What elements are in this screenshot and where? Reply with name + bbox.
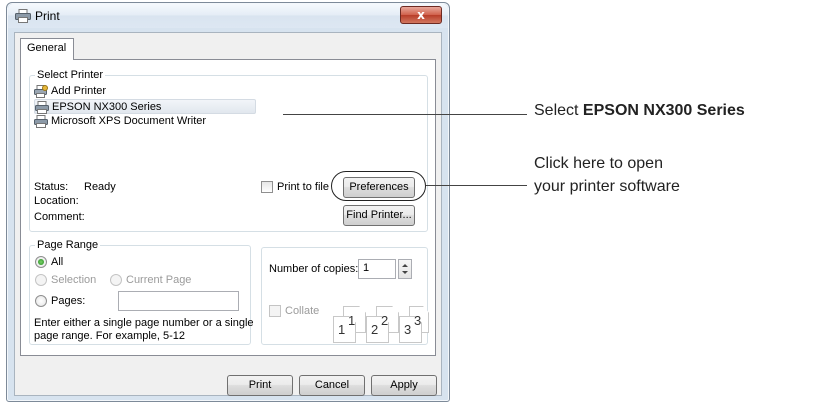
dialog-client-area: General Select Printer Add Printer EPSON… (14, 32, 442, 396)
location-label: Location: (34, 195, 79, 207)
pages-input[interactable] (118, 291, 239, 311)
printer-label: Microsoft XPS Document Writer (51, 115, 207, 127)
printer-list[interactable]: Add Printer EPSON NX300 Series Microsoft… (34, 84, 256, 129)
printer-icon (15, 9, 31, 23)
comment-label: Comment: (34, 211, 85, 223)
callout-open-software-line2: your printer software (534, 178, 680, 195)
callout-line-select (283, 114, 527, 115)
print-dialog: Print x General Select Printer Add Print… (6, 2, 450, 402)
callout-select-printer-name: EPSON NX300 Series (582, 102, 745, 119)
selection-radio[interactable] (35, 274, 47, 286)
all-pages-radio[interactable] (35, 256, 47, 268)
printer-icon (35, 101, 49, 114)
collate-page-number: 2 (381, 313, 389, 328)
window-title: Print (35, 9, 60, 23)
close-button[interactable]: x (400, 6, 442, 24)
apply-button[interactable]: Apply (371, 375, 437, 396)
printer-item-epson-nx300[interactable]: EPSON NX300 Series (34, 99, 256, 114)
callout-select-prefix: Select (534, 102, 583, 119)
status-value: Ready (84, 181, 116, 193)
tab-general[interactable]: General (20, 38, 74, 60)
number-of-copies-label: Number of copies: (269, 263, 359, 275)
add-printer-icon (34, 85, 48, 98)
collate-page-number: 2 (371, 322, 379, 337)
status-label: Status: (34, 181, 69, 193)
page-range-legend: Page Range (37, 239, 99, 251)
printer-label: EPSON NX300 Series (52, 101, 162, 113)
current-page-label[interactable]: Current Page (126, 274, 191, 286)
collate-checkbox[interactable] (269, 305, 281, 317)
print-to-file-checkbox[interactable] (261, 181, 273, 193)
collate-label[interactable]: Collate (285, 305, 319, 317)
pages-label[interactable]: Pages: (51, 295, 85, 307)
selection-label[interactable]: Selection (51, 274, 96, 286)
title-bar[interactable]: Print x (8, 4, 448, 28)
page-range-help-line2: page range. For example, 5-12 (34, 330, 186, 342)
select-printer-legend: Select Printer (37, 69, 104, 81)
callout-select-printer: Select EPSON NX300 Series (534, 101, 745, 121)
page-range-help-line1: Enter either a single page number or a s… (34, 317, 254, 329)
current-page-radio[interactable] (110, 274, 122, 286)
collate-page-number: 3 (404, 322, 412, 337)
callout-line-preferences (426, 185, 527, 186)
printer-item-xps-writer[interactable]: Microsoft XPS Document Writer (34, 114, 256, 129)
collate-page-number: 1 (348, 313, 356, 328)
printer-label: Add Printer (51, 85, 107, 97)
callout-open-software-line1: Click here to open (534, 155, 663, 172)
collate-page-number: 1 (338, 322, 346, 337)
printer-item-add-printer[interactable]: Add Printer (34, 84, 256, 99)
find-printer-button[interactable]: Find Printer... (343, 205, 415, 226)
print-to-file-label[interactable]: Print to file (277, 181, 329, 193)
cancel-button[interactable]: Cancel (299, 375, 365, 396)
copies-input[interactable]: 1 (358, 259, 396, 279)
close-icon: x (417, 8, 425, 22)
radio-selected-dot (38, 259, 44, 265)
pages-radio[interactable] (35, 295, 47, 307)
general-tab-panel: Select Printer Add Printer EPSON NX300 S… (20, 59, 436, 356)
copies-spinner[interactable] (398, 259, 412, 279)
all-pages-label[interactable]: All (51, 256, 63, 268)
collate-page-number: 3 (414, 313, 422, 328)
printer-icon (34, 115, 48, 128)
print-button[interactable]: Print (227, 375, 293, 396)
spinner-arrows-icon (402, 264, 408, 274)
preferences-highlight-ring (331, 171, 426, 201)
